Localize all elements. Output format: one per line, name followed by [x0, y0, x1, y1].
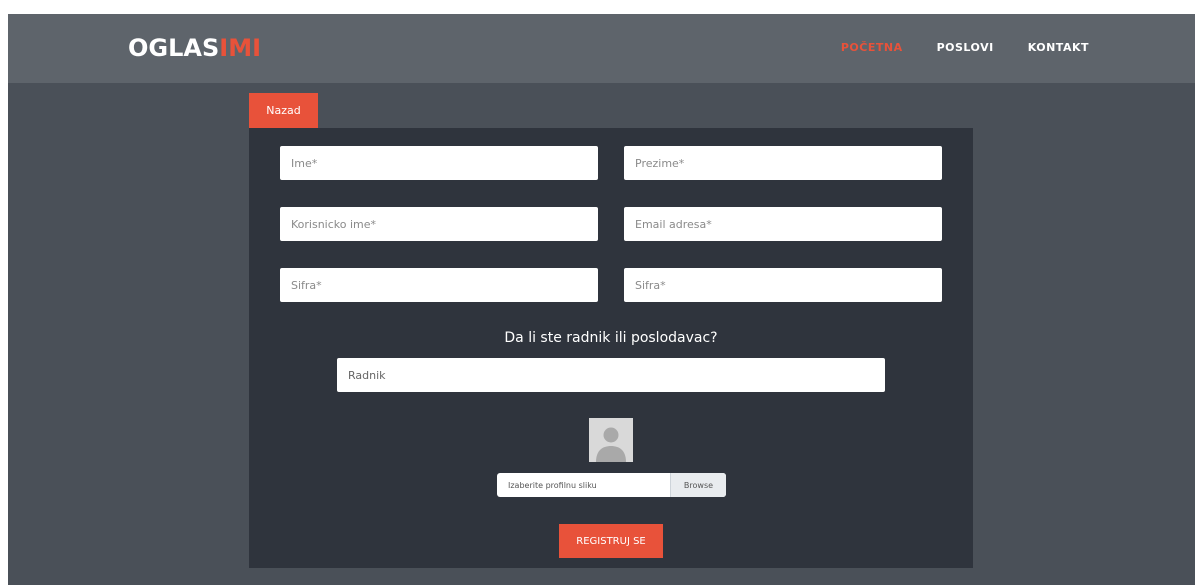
page-frame: OGLASIMI POČETNA POSLOVI KONTAKT Nazad D… [8, 14, 1195, 585]
nav-item-poslovi[interactable]: POSLOVI [937, 41, 994, 54]
nav-item-pocetna[interactable]: POČETNA [841, 41, 903, 54]
last-name-field[interactable] [624, 146, 942, 180]
register-button[interactable]: REGISTRUJ SE [559, 524, 663, 558]
logo-main: OGLAS [128, 34, 220, 62]
username-field[interactable] [280, 207, 598, 241]
registration-panel: Da li ste radnik ili poslodavac? Radnik … [249, 128, 973, 568]
profile-image-label: Izaberite profilnu sliku [508, 480, 597, 490]
nav-item-kontakt[interactable]: KONTAKT [1028, 41, 1089, 54]
back-button[interactable]: Nazad [249, 93, 318, 128]
role-question: Da li ste radnik ili poslodavac? [504, 330, 718, 346]
first-name-field[interactable] [280, 146, 598, 180]
nav-links: POČETNA POSLOVI KONTAKT [841, 41, 1089, 54]
role-select[interactable]: Radnik [337, 358, 885, 392]
email-field[interactable] [624, 207, 942, 241]
logo-accent: IMI [219, 34, 262, 62]
role-select-value: Radnik [348, 368, 386, 382]
navbar: OGLASIMI POČETNA POSLOVI KONTAKT [8, 14, 1195, 83]
password-confirm-field[interactable] [624, 268, 942, 302]
logo[interactable]: OGLASIMI [128, 34, 261, 62]
profile-image-input[interactable]: Izaberite profilnu sliku Browse [497, 473, 726, 497]
avatar-placeholder-icon [589, 418, 633, 462]
browse-button[interactable]: Browse [670, 473, 726, 497]
password-field[interactable] [280, 268, 598, 302]
